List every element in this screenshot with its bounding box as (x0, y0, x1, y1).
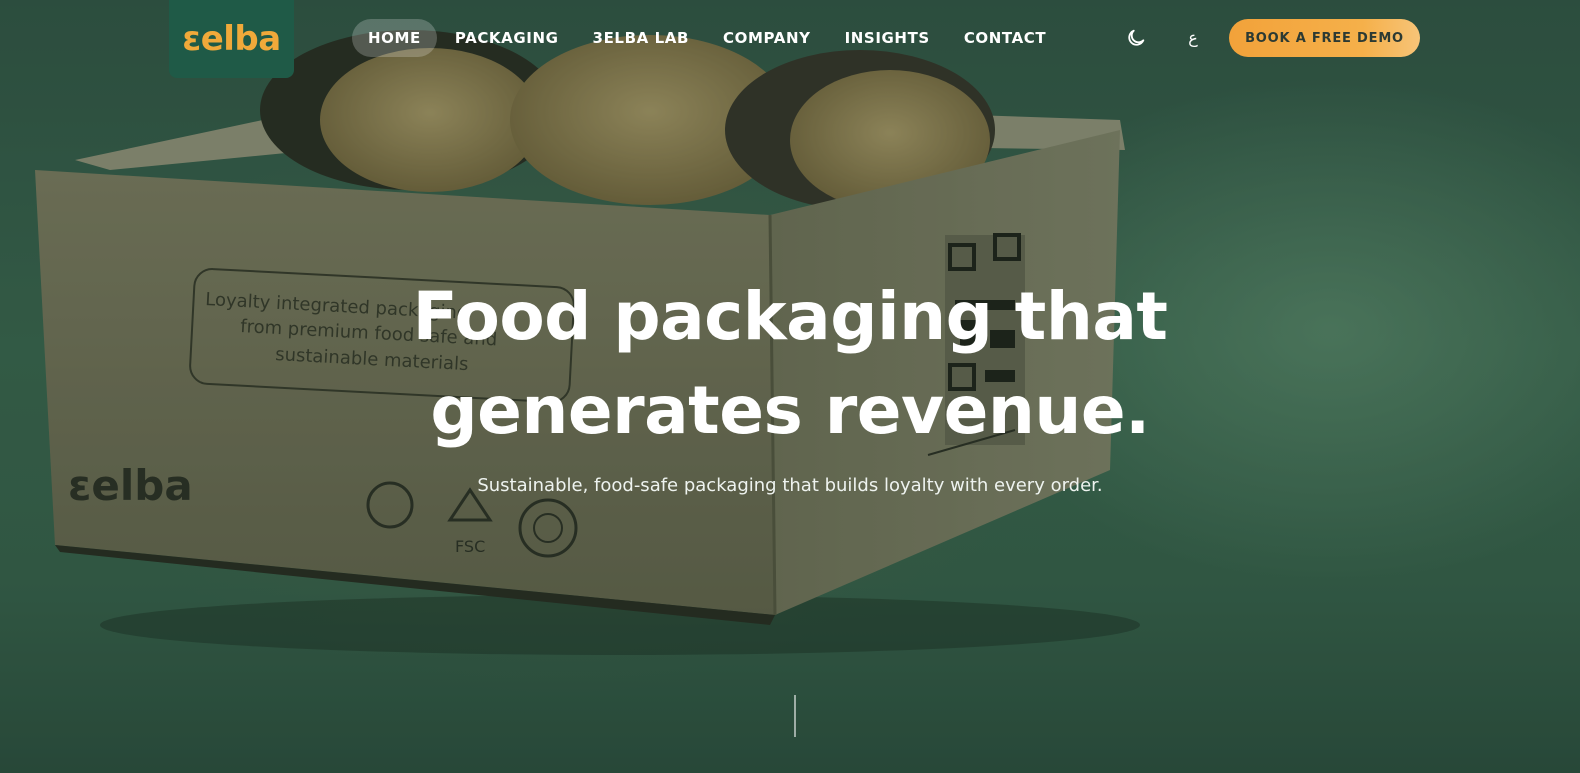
nav-item-contact[interactable]: CONTACT (948, 19, 1062, 57)
nav-item-home[interactable]: HOME (352, 19, 437, 57)
hero-headline-line-1: Food packaging that (412, 278, 1168, 355)
scroll-indicator[interactable] (794, 695, 796, 737)
nav-item-packaging[interactable]: PACKAGING (439, 19, 575, 57)
hero-headline: Food packaging that generates revenue. (340, 270, 1240, 458)
nav-item-insights[interactable]: INSIGHTS (829, 19, 946, 57)
main-nav: HOME PACKAGING 3ELBA LAB COMPANY INSIGHT… (352, 17, 1064, 59)
hero-headline-line-2: generates revenue. (430, 372, 1150, 449)
hero-section: Loyalty integrated packaging from premiu… (0, 0, 1580, 773)
language-toggle[interactable]: ع (1180, 24, 1206, 52)
brand-logo[interactable]: ɛelba (169, 0, 294, 78)
hero-subheadline: Sustainable, food-safe packaging that bu… (477, 475, 1103, 496)
nav-item-3elba-lab[interactable]: 3ELBA LAB (577, 19, 706, 57)
moon-icon (1128, 29, 1145, 46)
nav-item-company[interactable]: COMPANY (707, 19, 827, 57)
logo-text: ɛelba (182, 19, 281, 59)
book-demo-button[interactable]: BOOK A FREE DEMO (1229, 19, 1420, 57)
theme-toggle-button[interactable] (1123, 25, 1149, 51)
